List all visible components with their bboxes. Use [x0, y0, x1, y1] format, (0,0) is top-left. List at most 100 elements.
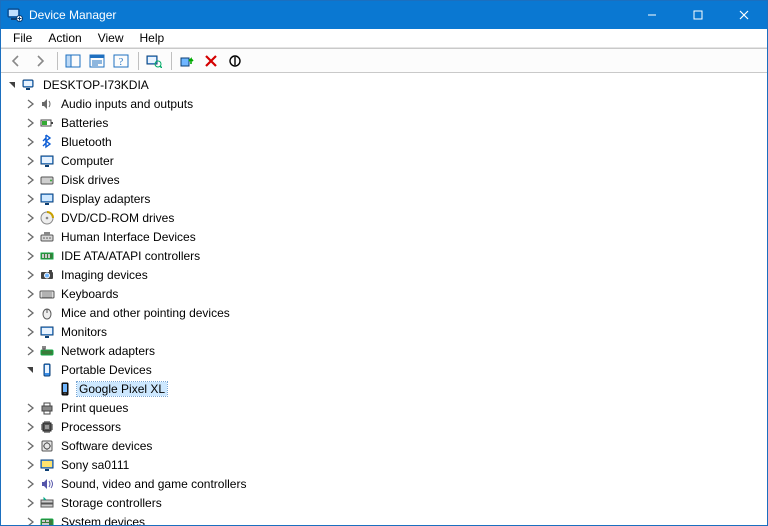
chevron-right-icon[interactable] — [23, 192, 37, 206]
help-button[interactable]: ? — [110, 50, 132, 72]
tree-item[interactable]: Google Pixel XL — [3, 379, 767, 398]
cpu-icon — [39, 419, 55, 435]
tree-item[interactable]: Computer — [3, 151, 767, 170]
tree-item-label: Google Pixel XL — [77, 382, 167, 396]
tree-item[interactable]: Batteries — [3, 113, 767, 132]
tree-item[interactable]: Keyboards — [3, 284, 767, 303]
chevron-right-icon[interactable] — [23, 420, 37, 434]
tree-item[interactable]: Display adapters — [3, 189, 767, 208]
network-icon — [39, 343, 55, 359]
device-tree[interactable]: DESKTOP-I73KDIA Audio inputs and outputs B… — [1, 73, 767, 525]
chevron-right-icon[interactable] — [23, 154, 37, 168]
tree-item[interactable]: Processors — [3, 417, 767, 436]
bluetooth-icon — [39, 134, 55, 150]
audio-icon — [39, 96, 55, 112]
chevron-right-icon[interactable] — [23, 230, 37, 244]
tree-item-label: Portable Devices — [59, 363, 154, 377]
chevron-right-icon[interactable] — [23, 477, 37, 491]
tree-item[interactable]: Sound, video and game controllers — [3, 474, 767, 493]
properties-button[interactable] — [86, 50, 108, 72]
forward-button[interactable] — [29, 50, 51, 72]
chevron-right-icon[interactable] — [23, 116, 37, 130]
device-manager-window: Device Manager File Action View Help — [0, 0, 768, 526]
chevron-right-icon[interactable] — [23, 287, 37, 301]
chevron-right-icon[interactable] — [23, 268, 37, 282]
display-icon — [39, 191, 55, 207]
close-button[interactable] — [721, 1, 767, 29]
tree-item-label: Print queues — [59, 401, 130, 415]
sony-icon — [39, 457, 55, 473]
chevron-right-icon[interactable] — [23, 97, 37, 111]
monitor-icon — [39, 324, 55, 340]
tree-item[interactable]: Network adapters — [3, 341, 767, 360]
tree-item-label: Keyboards — [59, 287, 120, 301]
tree-item[interactable]: Audio inputs and outputs — [3, 94, 767, 113]
tree-item[interactable]: Software devices — [3, 436, 767, 455]
sound-icon — [39, 476, 55, 492]
title-bar: Device Manager — [1, 1, 767, 29]
menu-help[interactable]: Help — [132, 29, 173, 47]
mouse-icon — [39, 305, 55, 321]
disable-device-button[interactable] — [224, 50, 246, 72]
tree-item-label: DVD/CD-ROM drives — [59, 211, 176, 225]
chevron-down-icon[interactable] — [23, 363, 37, 377]
maximize-button[interactable] — [675, 1, 721, 29]
tree-item[interactable]: Sony sa0111 — [3, 455, 767, 474]
menu-action[interactable]: Action — [40, 29, 89, 47]
system-icon — [39, 514, 55, 525]
uninstall-device-button[interactable] — [200, 50, 222, 72]
tree-item[interactable]: DESKTOP-I73KDIA — [3, 75, 767, 94]
tree-item-label: Batteries — [59, 116, 110, 130]
phone-icon — [57, 381, 73, 397]
tree-item-label: Monitors — [59, 325, 109, 339]
chevron-right-icon[interactable] — [23, 173, 37, 187]
tree-item[interactable]: Storage controllers — [3, 493, 767, 512]
chevron-right-icon[interactable] — [23, 344, 37, 358]
tree-item-label: Sound, video and game controllers — [59, 477, 248, 491]
chevron-right-icon[interactable] — [23, 458, 37, 472]
dvd-icon — [39, 210, 55, 226]
chevron-right-icon[interactable] — [23, 249, 37, 263]
tree-item-label: Bluetooth — [59, 135, 114, 149]
tree-item[interactable]: Mice and other pointing devices — [3, 303, 767, 322]
tree-item-label: Audio inputs and outputs — [59, 97, 195, 111]
window-title: Device Manager — [29, 8, 116, 22]
chevron-right-icon[interactable] — [23, 306, 37, 320]
tree-item-label: Storage controllers — [59, 496, 164, 510]
chevron-right-icon[interactable] — [23, 135, 37, 149]
tree-item[interactable]: Imaging devices — [3, 265, 767, 284]
tree-item[interactable]: Monitors — [3, 322, 767, 341]
update-driver-button[interactable] — [176, 50, 198, 72]
chevron-right-icon[interactable] — [23, 439, 37, 453]
tree-item[interactable]: DVD/CD-ROM drives — [3, 208, 767, 227]
tree-item[interactable]: Disk drives — [3, 170, 767, 189]
minimize-button[interactable] — [629, 1, 675, 29]
software-icon — [39, 438, 55, 454]
back-button[interactable] — [5, 50, 27, 72]
tree-item-label: Processors — [59, 420, 123, 434]
menu-file[interactable]: File — [5, 29, 40, 47]
tree-item-label: DESKTOP-I73KDIA — [41, 78, 151, 92]
tree-item-label: Network adapters — [59, 344, 157, 358]
chevron-none — [41, 382, 55, 396]
chevron-right-icon[interactable] — [23, 211, 37, 225]
tree-item-label: Mice and other pointing devices — [59, 306, 232, 320]
tree-item[interactable]: IDE ATA/ATAPI controllers — [3, 246, 767, 265]
show-hide-console-tree-button[interactable] — [62, 50, 84, 72]
chevron-down-icon[interactable] — [5, 78, 19, 92]
tree-item[interactable]: System devices — [3, 512, 767, 525]
scan-hardware-button[interactable] — [143, 50, 165, 72]
tree-item-label: Display adapters — [59, 192, 152, 206]
menu-view[interactable]: View — [90, 29, 132, 47]
tree-item[interactable]: Portable Devices — [3, 360, 767, 379]
tree-item[interactable]: Human Interface Devices — [3, 227, 767, 246]
chevron-right-icon[interactable] — [23, 325, 37, 339]
tree-item-label: Sony sa0111 — [59, 458, 131, 472]
chevron-right-icon[interactable] — [23, 515, 37, 525]
battery-icon — [39, 115, 55, 131]
hid-icon — [39, 229, 55, 245]
tree-item[interactable]: Bluetooth — [3, 132, 767, 151]
chevron-right-icon[interactable] — [23, 401, 37, 415]
tree-item[interactable]: Print queues — [3, 398, 767, 417]
chevron-right-icon[interactable] — [23, 496, 37, 510]
